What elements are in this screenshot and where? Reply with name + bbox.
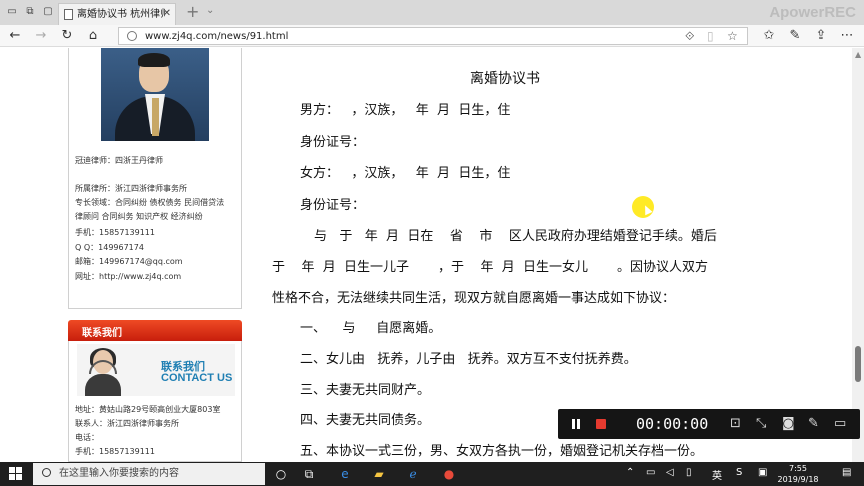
contact-header-label: 联系我们 <box>82 328 122 339</box>
book-icon: ▯ <box>707 29 714 43</box>
screen-region-icon[interactable]: ⊡ <box>730 415 741 433</box>
windows-start-icon[interactable] <box>9 467 23 481</box>
doc-line-marriage: 与 于 年 月 日在 省 市 区人民政府办理结婚登记手续。婚后 <box>314 229 717 244</box>
recorder-watermark: ApowerREC <box>769 4 856 21</box>
recorder-tray-icon[interactable]: ▣ <box>758 467 767 478</box>
doc-line-agreement: 性格不合，无法继续共同生活，现双方就自愿离婚一事达成如下协议： <box>272 291 676 306</box>
doc-clause-4: 四、夫妻无共同债务。 <box>300 413 431 428</box>
stop-icon[interactable] <box>596 419 606 429</box>
home-icon[interactable]: ⌂ <box>84 27 102 45</box>
favorite-star-icon[interactable]: ☆ <box>727 29 738 43</box>
clock-time: 7:55 <box>789 464 807 473</box>
contact-banner[interactable]: 联系我们 CONTACT US <box>77 344 235 396</box>
contact-mobile: 手机：15857139111 <box>75 447 155 456</box>
tab-dropdown-icon[interactable]: ⌄ <box>206 5 214 16</box>
task-view-icon[interactable]: ⧉ <box>300 465 318 483</box>
contact-panel: 联系我们 CONTACT US 地址：黄姑山路29号颐高创业大厦803室 联系人… <box>68 341 242 462</box>
notification-icon[interactable]: ▤ <box>842 467 851 478</box>
tray-expand-icon[interactable]: ⌃ <box>626 467 634 478</box>
url-text[interactable]: www.zj4q.com/news/91.html <box>145 30 288 43</box>
more-icon[interactable]: ⋯ <box>838 27 856 45</box>
lawyer-photo <box>101 48 209 141</box>
clock-date: 2019/9/18 <box>777 475 819 484</box>
reload-icon[interactable]: ↻ <box>58 27 76 45</box>
tab-preview-icon[interactable]: ▭ <box>6 6 18 18</box>
address-bar[interactable]: www.zj4q.com/news/91.html ⟐ ▯ ☆ <box>118 27 748 45</box>
browser-toolbar: ← → ↻ ⌂ www.zj4q.com/news/91.html ⟐ ▯ ☆ … <box>0 25 864 47</box>
pen-tool-icon[interactable]: ✎ <box>808 415 819 433</box>
cortana-icon[interactable]: ○ <box>272 465 290 483</box>
doc-clause-5: 五、本协议一式三份，男、女双方各执一份，婚姻登记机关存档一份。 <box>300 444 704 459</box>
lawyer-name: 冠迪律师：四浙王丹律师 <box>75 156 163 165</box>
battery-icon[interactable]: ▯ <box>686 467 692 478</box>
search-icon <box>42 468 51 477</box>
browser-tab-bar: ▭ ⧉ ▢ 离婚协议书 杭州律师事 ✕ + ⌄ ApowerREC <box>0 0 864 25</box>
qq: Q Q：149967174 <box>75 243 144 252</box>
minimize-window-icon[interactable]: ▭ <box>834 415 846 433</box>
recorder-control-bar: 00:00:00 ⊡ ⤡ ◙ ✎ ▭ <box>558 409 860 439</box>
agreement-document: 离婚协议书 男方： ，汉族， 年 月 日生，住 身份证号： 女方： ，汉族， 年… <box>262 48 807 462</box>
reading-view-icon[interactable]: ⟐ <box>685 29 694 44</box>
set-aside-tabs-icon[interactable]: ⧉ <box>24 6 36 18</box>
doc-clause-1: 一、 与 自愿离婚。 <box>300 321 442 336</box>
recording-timer: 00:00:00 <box>636 415 709 433</box>
share-icon[interactable]: ⇪ <box>812 27 830 45</box>
search-placeholder: 在这里输入你要搜索的内容 <box>59 468 179 479</box>
pause-icon[interactable] <box>571 419 581 429</box>
taskbar-clock[interactable]: 7:55 2019/9/18 <box>776 463 820 485</box>
favorites-list-icon[interactable]: ✩ <box>760 27 778 45</box>
ime-sogou-icon[interactable]: S <box>736 467 742 478</box>
doc-line-male: 男方： ，汉族， 年 月 日生，住 <box>300 103 511 118</box>
page-scrollbar[interactable]: ▲ <box>852 48 864 462</box>
site-info-icon[interactable] <box>127 31 137 41</box>
contact-tel: 电话： <box>75 433 99 442</box>
forward-icon[interactable]: → <box>32 27 50 45</box>
contact-address: 地址：黄姑山路29号颐高创业大厦803室 <box>75 405 221 414</box>
tab-close-icon[interactable]: ✕ <box>163 8 171 19</box>
tab-title: 离婚协议书 杭州律师事 <box>77 9 165 20</box>
network-icon[interactable]: ▭ <box>646 467 655 478</box>
shrink-icon[interactable]: ⤡ <box>756 415 766 433</box>
firm-name: 所属律所：浙江四浙律师事务所 <box>75 184 187 193</box>
operator-image <box>83 346 123 396</box>
scrollbar-thumb[interactable] <box>855 346 861 382</box>
scroll-up-icon[interactable]: ▲ <box>855 50 861 59</box>
web-page: 冠迪律师：四浙王丹律师 所属律所：浙江四浙律师事务所 专长领域：合同纠纷 债权债… <box>0 48 864 462</box>
internet-explorer-icon[interactable]: ℯ <box>404 465 422 483</box>
edge-browser-icon[interactable]: e <box>336 465 354 483</box>
taskbar-search-box[interactable]: 在这里输入你要搜索的内容 <box>33 463 265 485</box>
windows-taskbar: 在这里输入你要搜索的内容 ○ ⧉ e ▰ ℯ ● ⌃ ▭ ◁ ▯ 英 S ▣ 7… <box>0 462 864 486</box>
doc-line-female: 女方： ，汉族， 年 月 日生，住 <box>300 166 511 181</box>
back-icon[interactable]: ← <box>6 27 24 45</box>
contact-person: 联系人：浙江四浙律师事务所 <box>75 419 179 428</box>
lawyer-profile-panel: 冠迪律师：四浙王丹律师 所属律所：浙江四浙律师事务所 专长领域：合同纠纷 债权债… <box>68 48 242 309</box>
contact-header: 联系我们 <box>68 320 242 341</box>
tab-list-icon[interactable]: ▢ <box>42 6 54 18</box>
new-tab-button[interactable]: + <box>186 2 199 21</box>
specialty-line-1: 专长领域：合同纠纷 债权债务 民间借贷法 <box>75 198 225 207</box>
doc-line-female-id: 身份证号： <box>300 198 366 213</box>
file-explorer-icon[interactable]: ▰ <box>370 465 388 483</box>
volume-icon[interactable]: ◁ <box>666 467 674 478</box>
pen-icon[interactable]: ✎ <box>786 27 804 45</box>
page-icon <box>64 9 73 20</box>
camera-icon[interactable]: ◙ <box>782 415 795 433</box>
recorder-app-icon[interactable]: ● <box>440 465 458 483</box>
sidebar: 冠迪律师：四浙王丹律师 所属律所：浙江四浙律师事务所 专长领域：合同纠纷 债权债… <box>68 48 242 462</box>
ime-language[interactable]: 英 <box>712 467 722 482</box>
browser-tab[interactable]: 离婚协议书 杭州律师事 ✕ <box>58 3 176 25</box>
banner-title-en: CONTACT US <box>161 372 233 384</box>
doc-clause-3: 三、夫妻无共同财产。 <box>300 383 431 398</box>
email: 邮箱：149967174@qq.com <box>75 257 183 266</box>
doc-line-children: 于 年 月 日生一儿子 ，于 年 月 日生一女儿 。因协议人双方 <box>272 260 708 275</box>
doc-clause-2: 二、女儿由 抚养，儿子由 抚养。双方互不支付抚养费。 <box>300 352 637 367</box>
document-title: 离婚协议书 <box>470 71 540 87</box>
phone: 手机：15857139111 <box>75 228 155 237</box>
doc-line-male-id: 身份证号： <box>300 135 366 150</box>
website: 网址：http://www.zj4q.com <box>75 272 182 281</box>
specialty-line-2: 律顾问 合同纠务 知识产权 经济纠纷 <box>75 212 203 221</box>
